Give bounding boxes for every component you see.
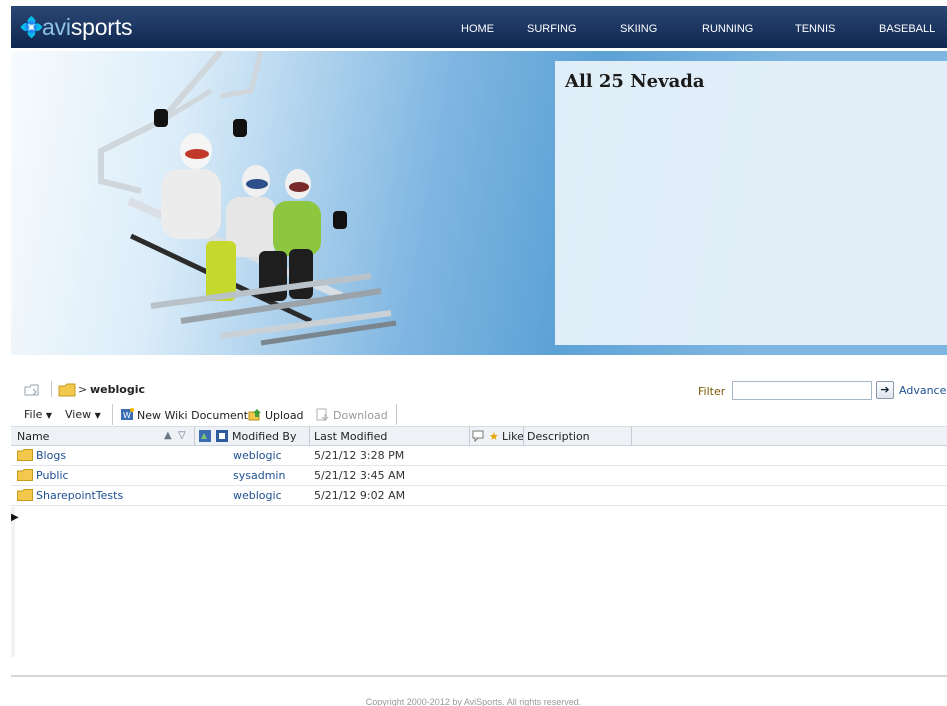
table-row[interactable]: Blogs weblogic 5/21/12 3:28 PM (11, 446, 947, 466)
row-modified-by[interactable]: weblogic (233, 489, 282, 502)
nav-home[interactable]: HOME (461, 23, 494, 35)
column-name[interactable]: Name (17, 430, 49, 443)
view-menu[interactable]: View ▼ (65, 408, 101, 421)
nav-tennis[interactable]: TENNIS (795, 23, 835, 35)
download-label: Download (333, 409, 388, 422)
column-divider (631, 427, 632, 446)
breadcrumb: > weblogic Filter ➔ Advanced (24, 380, 947, 402)
download-icon (316, 408, 329, 421)
download-button[interactable]: Download (316, 408, 388, 422)
row-modified-by[interactable]: weblogic (233, 449, 282, 462)
banner-text-panel: All 25 Nevada (555, 61, 947, 345)
folder-icon (17, 469, 33, 481)
sort-descending-icon[interactable]: ▽ (178, 430, 186, 441)
column-divider (469, 427, 470, 446)
row-last-modified: 5/21/12 9:02 AM (314, 489, 406, 502)
filter-label: Filter (698, 385, 726, 398)
new-wiki-icon: W (121, 408, 134, 420)
table-row[interactable]: Public sysadmin 5/21/12 3:45 AM (11, 466, 947, 486)
upload-icon (248, 409, 261, 421)
svg-text:W: W (123, 411, 131, 420)
upload-button[interactable]: Upload (248, 408, 304, 422)
breadcrumb-divider (51, 381, 52, 397)
panel-splitter[interactable] (11, 507, 15, 657)
column-divider (309, 427, 310, 446)
nav-baseball[interactable]: BASEBALL (879, 23, 935, 35)
file-table-header: Name ▲ ▽ Modified By Last Modified ★ Lik… (11, 426, 947, 446)
row-name[interactable]: SharepointTests (17, 489, 123, 502)
row-name[interactable]: Blogs (17, 449, 66, 462)
folder-icon[interactable] (58, 383, 76, 400)
chevron-down-icon: ▼ (45, 411, 53, 420)
hero-banner: All 25 Nevada (11, 51, 947, 355)
table-row[interactable]: SharepointTests weblogic 5/21/12 9:02 AM (11, 486, 947, 506)
toolbar-divider (396, 404, 397, 425)
row-name-label: Public (36, 469, 69, 482)
column-description[interactable]: Description (527, 430, 590, 443)
column-like[interactable]: Like (502, 430, 524, 443)
copyright-text: Copyright 2000-2012 by AviSports. All ri… (365, 697, 582, 706)
column-divider (523, 427, 524, 446)
sort-ascending-icon[interactable]: ▲ (164, 430, 172, 441)
nav-skiing[interactable]: SKIING (620, 23, 657, 35)
ski-lift-illustration (98, 51, 397, 346)
column-last-modified[interactable]: Last Modified (314, 430, 387, 443)
main-nav: HOME SURFING SKIING RUNNING TENNIS BASEB… (11, 6, 947, 48)
filter-input[interactable] (732, 381, 872, 400)
filter-go-button[interactable]: ➔ (876, 381, 894, 399)
row-name[interactable]: Public (17, 469, 69, 482)
folder-icon (17, 489, 33, 501)
breadcrumb-current[interactable]: weblogic (90, 383, 145, 396)
expand-panel-icon[interactable]: ▶ (11, 512, 19, 523)
checkout-status-icon (199, 430, 211, 445)
footer-divider (11, 675, 947, 677)
row-last-modified: 5/21/12 3:45 AM (314, 469, 406, 482)
row-modified-by[interactable]: sysadmin (233, 469, 285, 482)
column-divider (194, 427, 195, 446)
view-menu-label: View (65, 408, 92, 421)
new-wiki-label: New Wiki Document (137, 409, 249, 422)
chevron-down-icon: ▼ (94, 411, 101, 420)
workflow-icon (216, 430, 228, 445)
advanced-link[interactable]: Advanced (899, 384, 947, 397)
site-header: 💠 avisports HOME SURFING SKIING RUNNING … (11, 6, 947, 48)
star-icon: ★ (489, 430, 499, 443)
file-menu[interactable]: File ▼ (24, 408, 52, 421)
folder-home-icon[interactable] (24, 383, 40, 400)
comment-icon (472, 430, 484, 445)
row-name-label: SharepointTests (36, 489, 124, 502)
breadcrumb-separator: > (78, 383, 88, 396)
new-wiki-document-button[interactable]: W New Wiki Document (120, 408, 248, 422)
file-menu-label: File (24, 408, 43, 421)
upload-label: Upload (265, 409, 304, 422)
nav-running[interactable]: RUNNING (702, 23, 753, 35)
document-toolbar: File ▼ View ▼ W New Wiki Document Upload … (24, 404, 947, 426)
toolbar-divider (112, 404, 113, 425)
folder-icon (17, 449, 33, 461)
column-modified-by[interactable]: Modified By (232, 430, 297, 443)
page-root: 💠 avisports HOME SURFING SKIING RUNNING … (0, 0, 947, 706)
banner-title: All 25 Nevada (565, 71, 705, 92)
nav-surfing[interactable]: SURFING (527, 23, 577, 35)
row-name-label: Blogs (36, 449, 67, 462)
row-last-modified: 5/21/12 3:28 PM (314, 449, 405, 462)
